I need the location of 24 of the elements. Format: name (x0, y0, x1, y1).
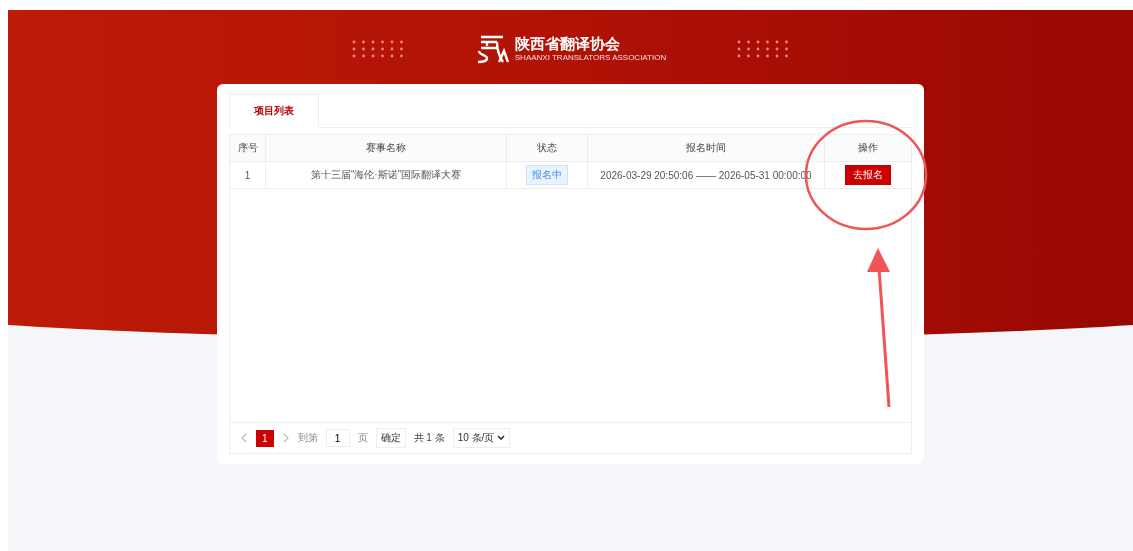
page-size-select[interactable]: 10 条/页 (452, 428, 511, 448)
column-header: 赛事名称 (266, 135, 507, 161)
goto-label: 到第 (297, 431, 318, 445)
page-input[interactable]: 1 (325, 429, 350, 447)
table-cell: 第十三届“海伦·斯诺”国际翻译大赛 (266, 162, 507, 188)
total-count: 共 1 条 (413, 431, 445, 445)
table-cell: 1 (230, 162, 266, 188)
register-button[interactable]: 去报名 (845, 165, 891, 185)
caret-icon (497, 435, 506, 441)
status-tag: 报名中 (526, 165, 568, 185)
page-number[interactable]: 1 (256, 429, 274, 447)
column-header: 操作 (857, 141, 879, 155)
association-name: 陕西省翻译协会 (514, 35, 621, 53)
confirm-button[interactable]: 确定 (375, 428, 406, 448)
dot-pattern-icon (736, 39, 791, 59)
tab[interactable]: 项目列表 (229, 94, 319, 128)
column-header: 报名时间 (588, 135, 825, 161)
column-header: 状态 (507, 135, 588, 161)
page-unit: 页 (357, 431, 368, 445)
next-page-icon[interactable] (281, 433, 290, 443)
dot-pattern-icon (350, 39, 405, 59)
association-subtitle: SHAANXI TRANSLATORS ASSOCIATION (514, 53, 667, 63)
column-header: 序号 (230, 135, 266, 161)
prev-page-icon[interactable] (240, 433, 248, 443)
